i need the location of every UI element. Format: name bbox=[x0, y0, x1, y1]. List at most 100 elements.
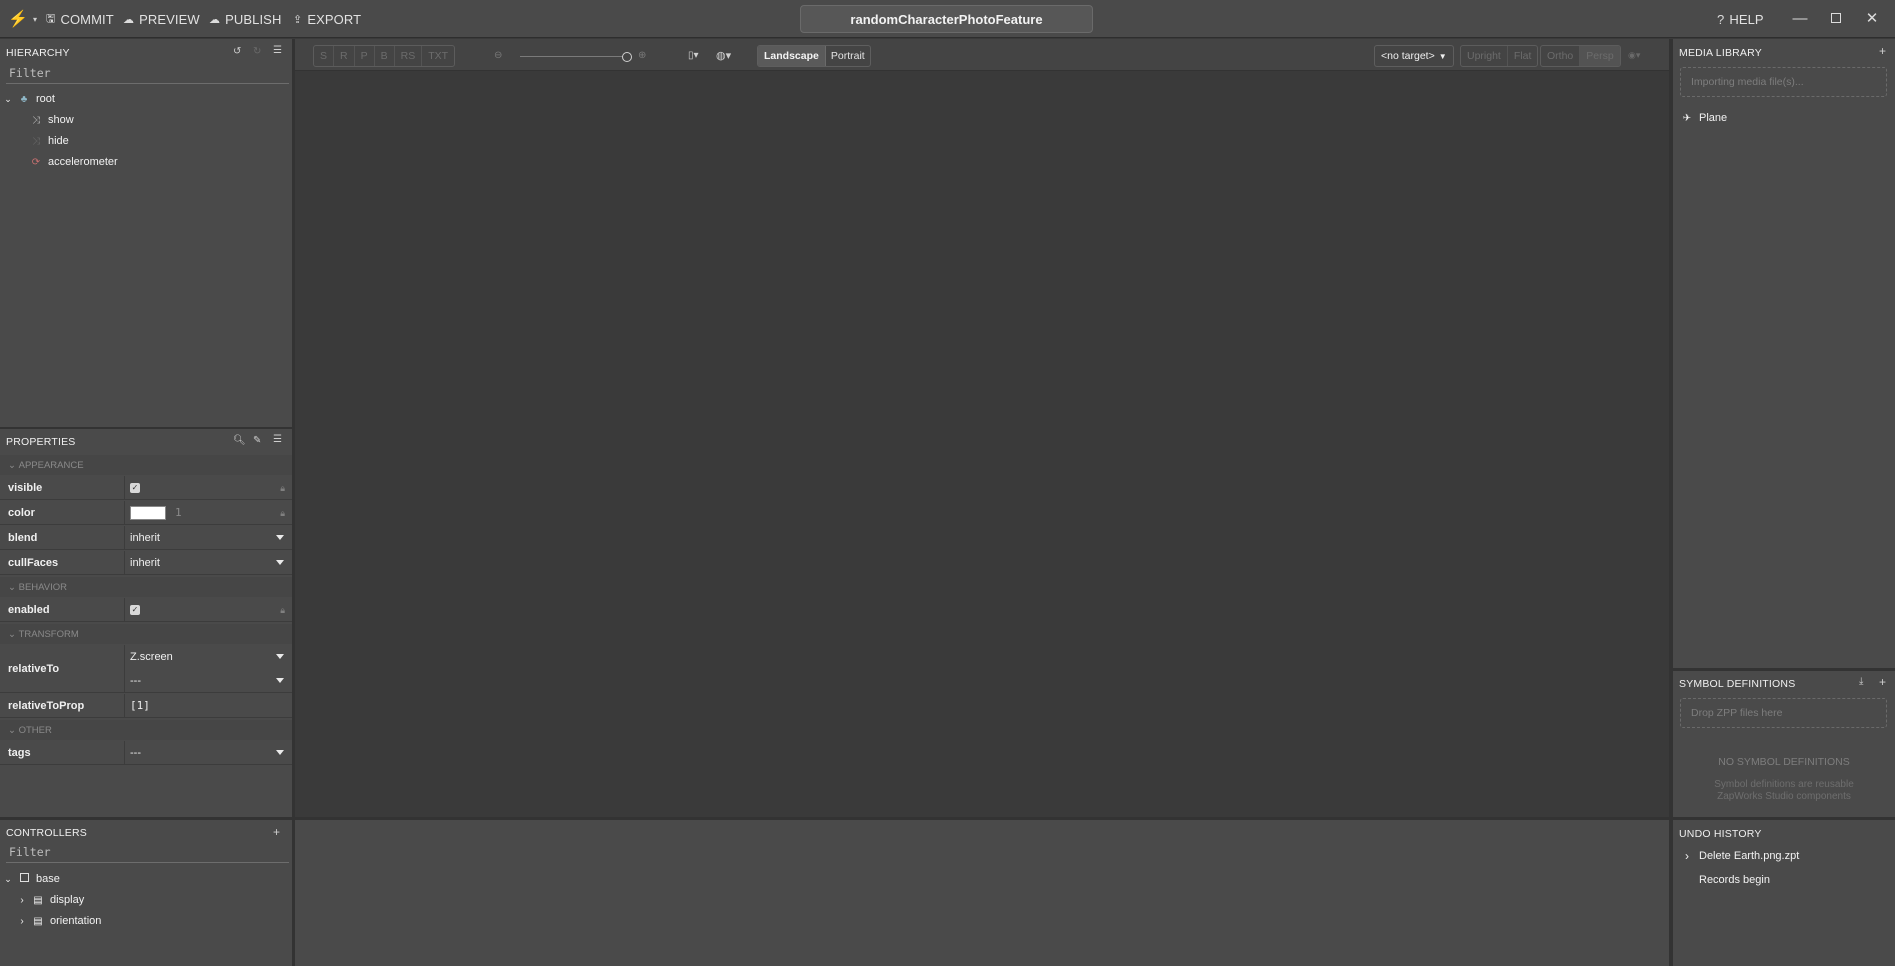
lock-icon[interactable]: 🔒︎ bbox=[280, 605, 285, 616]
menu-icon[interactable]: ☰ bbox=[273, 434, 282, 445]
empty-symbols-desc-1: Symbol definitions are reusable bbox=[1714, 779, 1854, 790]
hierarchy-properties-divider[interactable] bbox=[0, 427, 292, 429]
chevron-down-icon: ▾ bbox=[33, 14, 38, 24]
cloud-icon: ☁ bbox=[123, 13, 135, 26]
commit-button[interactable]: 🖫 COMMIT bbox=[46, 11, 114, 27]
cloud-upload-icon: ☁ bbox=[209, 13, 221, 26]
close-button[interactable]: ✕ bbox=[1860, 8, 1884, 28]
section-behavior[interactable]: ⌄ BEHAVIOR bbox=[0, 577, 292, 597]
caret-down-icon[interactable] bbox=[276, 678, 284, 683]
tool-scale[interactable]: S bbox=[314, 46, 335, 66]
export-button[interactable]: ⇪ EXPORT bbox=[293, 11, 361, 27]
controller-item-display[interactable]: › ▤ display bbox=[18, 891, 84, 909]
blend-select[interactable]: inherit bbox=[130, 526, 160, 549]
controllers-panel: CONTROLLERS + Filter ⌄ base › ▤ display … bbox=[0, 820, 292, 966]
viewport-canvas[interactable] bbox=[295, 72, 1669, 816]
properties-title: PROPERTIES bbox=[6, 436, 76, 448]
portrait-button[interactable]: Portrait bbox=[826, 46, 870, 66]
prop-row-color: color 1 🔒︎ bbox=[0, 501, 292, 525]
prop-row-blend: blend inherit bbox=[0, 526, 292, 550]
caret-down-icon[interactable] bbox=[276, 654, 284, 659]
tree-item-accelerometer[interactable]: ⟳ accelerometer bbox=[30, 153, 118, 171]
landscape-button[interactable]: Landscape bbox=[758, 46, 826, 66]
media-symbols-divider[interactable] bbox=[1673, 668, 1895, 671]
preview-button[interactable]: ☁ PREVIEW bbox=[123, 11, 200, 27]
section-appearance[interactable]: ⌄ APPEARANCE bbox=[0, 455, 292, 475]
menu-icon[interactable]: ☰ bbox=[273, 45, 282, 56]
bottom-divider[interactable] bbox=[0, 817, 1895, 820]
zoom-slider-handle[interactable] bbox=[622, 52, 632, 62]
ortho-button[interactable]: Ortho bbox=[1541, 46, 1581, 66]
media-import-dropzone[interactable]: Importing media file(s)... bbox=[1680, 67, 1887, 97]
caret-down-icon[interactable] bbox=[276, 750, 284, 755]
controller-item-base[interactable]: ⌄ base bbox=[4, 870, 60, 888]
upright-button[interactable]: Upright bbox=[1461, 46, 1508, 66]
color-alpha-value[interactable]: 1 bbox=[175, 506, 182, 519]
redo-icon[interactable]: ↻ bbox=[253, 46, 261, 57]
empty-symbols-desc-2: ZapWorks Studio components bbox=[1717, 791, 1851, 802]
hierarchy-filter-input[interactable]: Filter bbox=[9, 66, 51, 80]
add-icon[interactable]: + bbox=[1879, 44, 1886, 58]
persp-button[interactable]: Persp bbox=[1580, 46, 1620, 66]
flat-button[interactable]: Flat bbox=[1508, 46, 1538, 66]
minimize-button[interactable]: — bbox=[1788, 8, 1812, 28]
search-icon[interactable]: 🔍︎ bbox=[233, 435, 246, 446]
zoom-in-icon[interactable]: ⊕ bbox=[638, 50, 646, 61]
shuffle-icon: ⤨ bbox=[32, 114, 40, 126]
lock-icon[interactable]: 🔒︎ bbox=[280, 483, 285, 494]
tool-bounds[interactable]: B bbox=[375, 46, 395, 66]
undo-history-title: UNDO HISTORY bbox=[1679, 828, 1762, 840]
maximize-button[interactable] bbox=[1824, 8, 1848, 28]
color-swatch[interactable] bbox=[130, 505, 166, 520]
caret-down-icon[interactable] bbox=[276, 560, 284, 565]
tool-txt[interactable]: TXT bbox=[422, 46, 454, 66]
help-button[interactable]: ? HELP bbox=[1717, 11, 1764, 27]
cullfaces-select[interactable]: inherit bbox=[130, 551, 160, 574]
hierarchy-panel: HIERARCHY ↺ ↻ ☰ Filter ⌄ ♣ root ⤨ show ⤨… bbox=[0, 39, 292, 427]
zpp-dropzone[interactable]: Drop ZPP files here bbox=[1680, 698, 1887, 728]
relativetoprop-input[interactable]: [1] bbox=[130, 694, 150, 717]
device-dropdown-icon[interactable]: ▯▾ bbox=[688, 50, 699, 61]
sync-icon: ⟳ bbox=[31, 156, 41, 168]
globe-dropdown-icon[interactable]: ◍▾ bbox=[716, 49, 731, 62]
tree-item-hide[interactable]: ⤨ hide bbox=[30, 132, 69, 150]
left-divider[interactable] bbox=[292, 39, 295, 966]
lock-icon[interactable]: 🔒︎ bbox=[280, 508, 285, 519]
undo-item-records-begin[interactable]: Records begin bbox=[1699, 871, 1770, 889]
controller-item-orientation[interactable]: › ▤ orientation bbox=[18, 912, 101, 930]
prop-row-visible: visible ✓ 🔒︎ bbox=[0, 476, 292, 500]
zoom-slider-track[interactable] bbox=[520, 56, 630, 57]
media-library-title: MEDIA LIBRARY bbox=[1679, 47, 1762, 59]
tags-select[interactable]: --- bbox=[130, 741, 141, 764]
project-title[interactable]: randomCharacterPhotoFeature bbox=[800, 5, 1093, 33]
chevron-down-icon: ⌄ bbox=[4, 873, 12, 884]
publish-button[interactable]: ☁ PUBLISH bbox=[209, 11, 281, 27]
tree-item-show[interactable]: ⤨ show bbox=[30, 111, 74, 129]
right-divider[interactable] bbox=[1669, 39, 1673, 966]
controllers-filter-input[interactable]: Filter bbox=[9, 845, 51, 859]
prop-row-relativeto: relativeTo Z.screen --- bbox=[0, 645, 292, 693]
tree-item-root[interactable]: ⌄ ♣ root bbox=[4, 90, 55, 108]
tool-position[interactable]: P bbox=[355, 46, 375, 66]
relativeto-select-1[interactable]: Z.screen bbox=[130, 645, 173, 669]
undo-item-delete-earth[interactable]: › Delete Earth.png.zpt bbox=[1681, 847, 1799, 865]
app-menu-button[interactable]: ⚡ ▾ bbox=[8, 11, 38, 28]
relativeto-select-2[interactable]: --- bbox=[130, 669, 141, 693]
add-icon[interactable]: + bbox=[1879, 675, 1886, 689]
section-other[interactable]: ⌄ OTHER bbox=[0, 720, 292, 740]
undo-icon[interactable]: ↺ bbox=[233, 46, 241, 57]
pencil-icon[interactable]: ✎ bbox=[253, 435, 261, 446]
media-item-plane[interactable]: ✈ Plane bbox=[1681, 109, 1727, 127]
zoom-out-icon[interactable]: ⊖ bbox=[494, 50, 502, 61]
caret-down-icon[interactable] bbox=[276, 535, 284, 540]
eye-dropdown-icon[interactable]: ◉▾ bbox=[1628, 50, 1640, 61]
target-select[interactable]: <no target> ▼ bbox=[1374, 45, 1454, 67]
timeline-panel[interactable] bbox=[295, 820, 1669, 966]
download-icon[interactable]: ⤓ bbox=[1859, 676, 1863, 687]
section-transform[interactable]: ⌄ TRANSFORM bbox=[0, 624, 292, 644]
enabled-checkbox[interactable]: ✓ bbox=[130, 598, 140, 621]
add-icon[interactable]: + bbox=[273, 825, 280, 839]
tool-rotate[interactable]: R bbox=[334, 46, 355, 66]
visible-checkbox[interactable]: ✓ bbox=[130, 476, 140, 499]
tool-rs[interactable]: RS bbox=[395, 46, 423, 66]
